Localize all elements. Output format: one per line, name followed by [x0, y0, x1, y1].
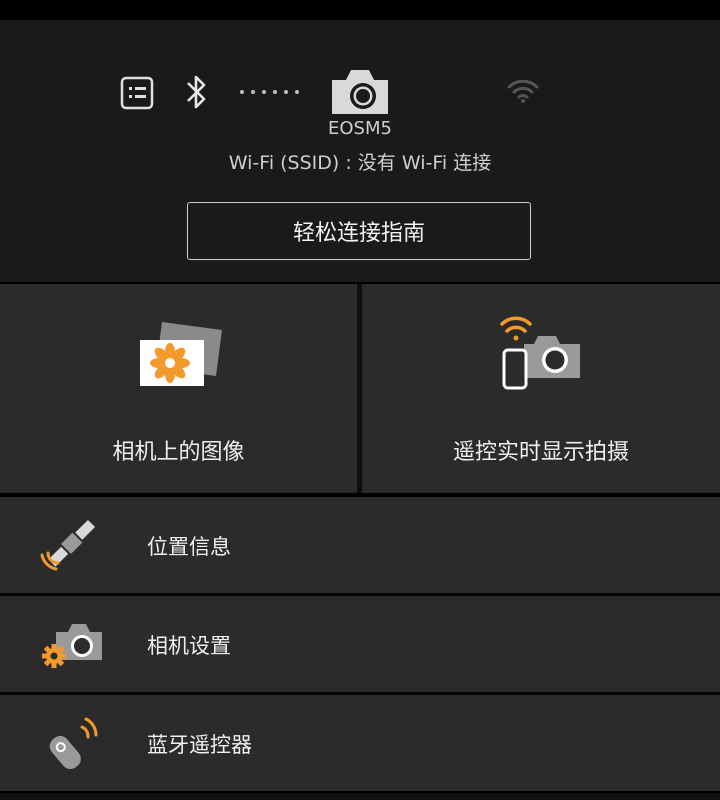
images-on-camera-label: 相机上的图像 [112, 440, 245, 465]
wifi-icon [507, 79, 539, 103]
bluetooth-remote-icon [49, 717, 98, 770]
menu-item-camera-settings[interactable]: 相机设置 [0, 596, 720, 692]
status-bar [0, 0, 720, 20]
menu-item-location-info[interactable]: 位置信息 [0, 497, 720, 593]
camera-settings-icon [42, 624, 102, 668]
menu-item-location-info-label: 位置信息 [147, 535, 231, 559]
bottom-bar [0, 793, 720, 800]
images-on-camera-tile[interactable]: 相机上的图像 [0, 284, 357, 493]
menu-item-bluetooth-remote[interactable]: 蓝牙遥控器 [0, 695, 720, 791]
bluetooth-icon [187, 75, 206, 109]
camera-icon [332, 70, 388, 114]
remote-live-view-tile[interactable]: 遥控实时显示拍摄 [362, 284, 720, 493]
images-on-camera-icon [140, 322, 222, 386]
list-icon[interactable] [120, 76, 154, 110]
camera-model-name: EOSM5 [328, 118, 392, 139]
easy-connection-guide-button[interactable]: 轻松连接指南 [187, 202, 531, 260]
menu-item-camera-settings-label: 相机设置 [147, 634, 231, 658]
connection-dots-icon [240, 90, 299, 94]
remote-live-view-icon [500, 316, 580, 390]
satellite-icon [40, 519, 96, 571]
remote-live-view-label: 遥控实时显示拍摄 [452, 440, 629, 465]
connection-header: EOSM5 Wi-Fi (SSID) : 没有 Wi-Fi 连接 轻松连接指南 [0, 20, 720, 282]
menu-item-bluetooth-remote-label: 蓝牙遥控器 [147, 733, 252, 757]
wifi-ssid-status: Wi-Fi (SSID) : 没有 Wi-Fi 连接 [228, 152, 492, 174]
connection-icon-row [0, 60, 720, 124]
feature-tiles: 相机上的图像 遥控实时显示拍摄 [0, 284, 720, 493]
